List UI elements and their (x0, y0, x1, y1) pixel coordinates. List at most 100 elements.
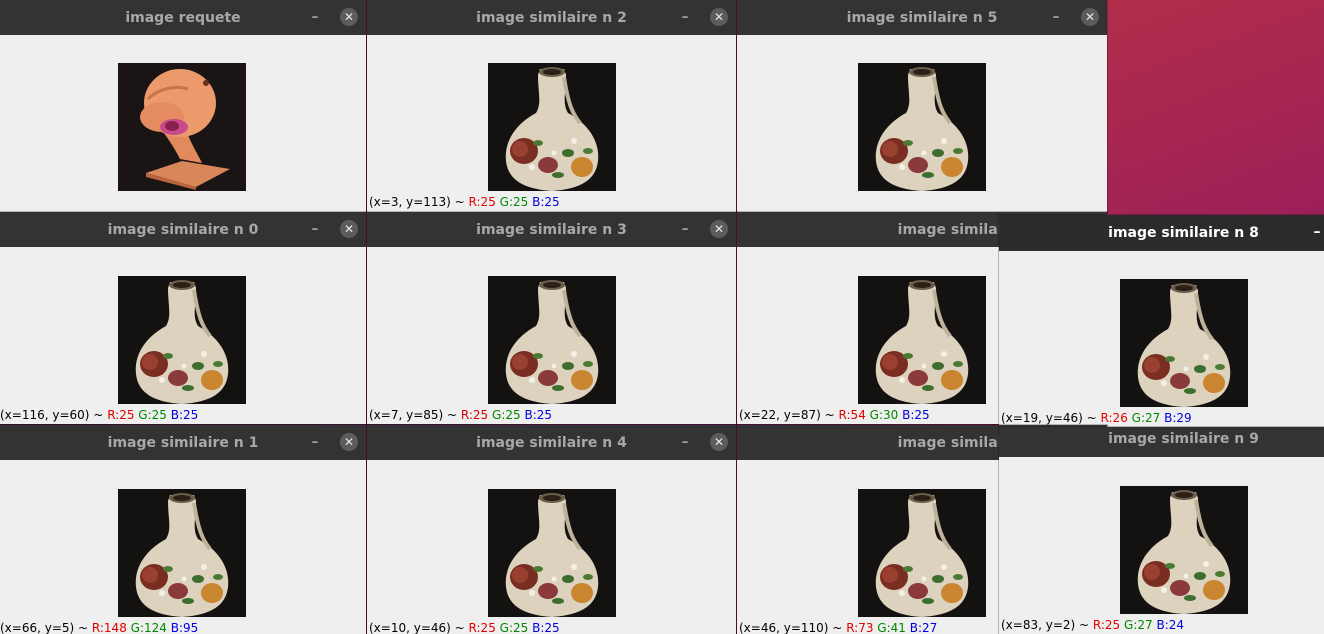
status-coords: (x=22, y=87) ~ (739, 408, 835, 422)
status-green: G:25 (492, 408, 521, 422)
window-content: (x=3, y=113) ~ R:25 G:25 B:25 (367, 35, 736, 212)
window-title: image similaire n 9 (1108, 431, 1259, 447)
vase-image (1120, 279, 1248, 407)
close-icon[interactable]: ✕ (340, 220, 358, 238)
window-content (0, 35, 366, 212)
window-titlebar[interactable]: image similaire n 5 – ✕ (737, 0, 1107, 35)
pixel-status-bar: (x=22, y=87) ~ R:54 G:30 B:25 (739, 408, 930, 422)
status-red: R:25 (468, 621, 496, 634)
vase-image (1120, 486, 1248, 614)
window-titlebar[interactable]: image similaire n 3 – ✕ (367, 212, 736, 247)
window-content: (x=116, y=60) ~ R:25 G:25 B:25 (0, 247, 366, 424)
minimize-icon[interactable]: – (678, 9, 692, 25)
pixel-status-bar: (x=66, y=5) ~ R:148 G:124 B:95 (0, 621, 198, 634)
vase-image (858, 489, 986, 617)
minimize-icon[interactable]: – (308, 221, 322, 237)
status-red: R:148 (91, 621, 127, 634)
vase-image (118, 276, 246, 404)
window-title: image requete (125, 9, 241, 26)
window-title: image similaire n 2 (476, 9, 627, 26)
window-titlebar[interactable]: image similaire n 1 – ✕ (0, 425, 366, 460)
status-coords: (x=10, y=46) ~ (369, 621, 465, 634)
window-image-similaire-n1[interactable]: image similaire n 1 – ✕ (x=66, y=5) ~ R:… (0, 425, 366, 634)
vase-image (858, 276, 986, 404)
status-coords: (x=7, y=85) ~ (369, 408, 458, 422)
pixel-status-bar: (x=46, y=110) ~ R:73 G:41 B:27 (739, 621, 937, 634)
status-blue: B:25 (902, 408, 930, 422)
window-titlebar[interactable]: image similaire n 9 (999, 427, 1324, 457)
window-titlebar[interactable]: image requete – ✕ (0, 0, 366, 35)
close-icon[interactable]: ✕ (1081, 8, 1099, 26)
status-coords: (x=66, y=5) ~ (0, 621, 89, 634)
status-blue: B:25 (170, 408, 199, 422)
minimize-icon[interactable]: – (1310, 224, 1324, 240)
window-image-similaire-n8[interactable]: image similaire n 8 – (x=19, y=46) ~ R:2… (999, 215, 1324, 427)
window-image-similaire-n2[interactable]: image similaire n 2 – ✕ (x=3, y=113) ~ R… (367, 0, 736, 212)
pixel-status-bar: (x=83, y=2) ~ R:25 G:27 B:24 (1001, 618, 1184, 632)
status-blue: B:25 (524, 408, 553, 422)
window-titlebar[interactable]: image similaire n 2 – ✕ (367, 0, 736, 35)
pixel-status-bar: (x=3, y=113) ~ R:25 G:25 B:25 (369, 195, 560, 209)
status-blue: B:95 (170, 621, 199, 634)
window-image-requete[interactable]: image requete – ✕ (0, 0, 366, 212)
status-coords: (x=116, y=60) ~ (0, 408, 104, 422)
close-icon[interactable]: ✕ (340, 8, 358, 26)
status-red: R:25 (460, 408, 489, 422)
vase-image (118, 489, 246, 617)
window-content: (x=10, y=46) ~ R:25 G:25 B:25 (367, 460, 736, 634)
status-blue: B:24 (1156, 618, 1185, 632)
status-red: R:25 (468, 195, 496, 209)
close-icon[interactable]: ✕ (710, 8, 728, 26)
vase-image (858, 63, 986, 191)
status-coords: (x=46, y=110) ~ (739, 621, 843, 634)
status-green: G:30 (869, 408, 899, 422)
window-image-similaire-n0[interactable]: image similaire n 0 – ✕ (x=116, y=60) ~ … (0, 212, 366, 424)
minimize-icon[interactable]: – (1049, 9, 1063, 25)
query-image-head (118, 63, 246, 191)
minimize-icon[interactable]: – (678, 221, 692, 237)
minimize-icon[interactable]: – (308, 9, 322, 25)
status-green: G:25 (138, 408, 167, 422)
window-titlebar[interactable]: image similaire n 8 – (999, 215, 1324, 251)
vase-image (488, 489, 616, 617)
status-green: G:25 (499, 195, 529, 209)
window-content (737, 35, 1107, 212)
window-image-similaire-n9[interactable]: image similaire n 9 (x=83, y=2) ~ R:25 G… (999, 427, 1324, 634)
status-blue: B:25 (532, 195, 560, 209)
window-content: (x=7, y=85) ~ R:25 G:25 B:25 (367, 247, 736, 424)
status-red: R:73 (846, 621, 874, 634)
window-content: (x=19, y=46) ~ R:26 G:27 B:29 (999, 251, 1324, 427)
pixel-status-bar: (x=19, y=46) ~ R:26 G:27 B:29 (1001, 411, 1192, 425)
window-title: image similaire n 5 (846, 9, 998, 26)
status-red: R:25 (1092, 618, 1121, 632)
close-icon[interactable]: ✕ (710, 433, 728, 451)
window-image-similaire-n4[interactable]: image similaire n 4 – ✕ (x=10, y=46) ~ R… (367, 425, 736, 634)
status-coords: (x=19, y=46) ~ (1001, 411, 1097, 425)
status-coords: (x=83, y=2) ~ (1001, 618, 1090, 632)
status-green: G:25 (499, 621, 529, 634)
minimize-icon[interactable]: – (678, 434, 692, 450)
vase-image (488, 276, 616, 404)
window-titlebar[interactable]: image similaire n 0 – ✕ (0, 212, 366, 247)
vase-image (488, 63, 616, 191)
close-icon[interactable]: ✕ (710, 220, 728, 238)
status-blue: B:27 (909, 621, 938, 634)
window-image-similaire-n3[interactable]: image similaire n 3 – ✕ (x=7, y=85) ~ R:… (367, 212, 736, 424)
window-title: image similaire n 4 (476, 434, 627, 451)
status-blue: B:25 (532, 621, 560, 634)
pixel-status-bar: (x=7, y=85) ~ R:25 G:25 B:25 (369, 408, 552, 422)
window-title: image similaire n 0 (107, 221, 259, 238)
minimize-icon[interactable]: – (308, 434, 322, 450)
window-titlebar[interactable]: image similaire n 4 – ✕ (367, 425, 736, 460)
status-red: R:25 (107, 408, 135, 422)
window-title: image similaire n 1 (107, 434, 259, 451)
window-image-similaire-n5[interactable]: image similaire n 5 – ✕ (737, 0, 1107, 212)
window-content: (x=83, y=2) ~ R:25 G:27 B:24 (999, 457, 1324, 634)
status-green: G:41 (877, 621, 906, 634)
status-red: R:54 (838, 408, 866, 422)
window-content: (x=66, y=5) ~ R:148 G:124 B:95 (0, 460, 366, 634)
status-green: G:27 (1131, 411, 1161, 425)
window-title: image similaire n 8 (1108, 225, 1259, 241)
status-green: G:27 (1124, 618, 1153, 632)
close-icon[interactable]: ✕ (340, 433, 358, 451)
